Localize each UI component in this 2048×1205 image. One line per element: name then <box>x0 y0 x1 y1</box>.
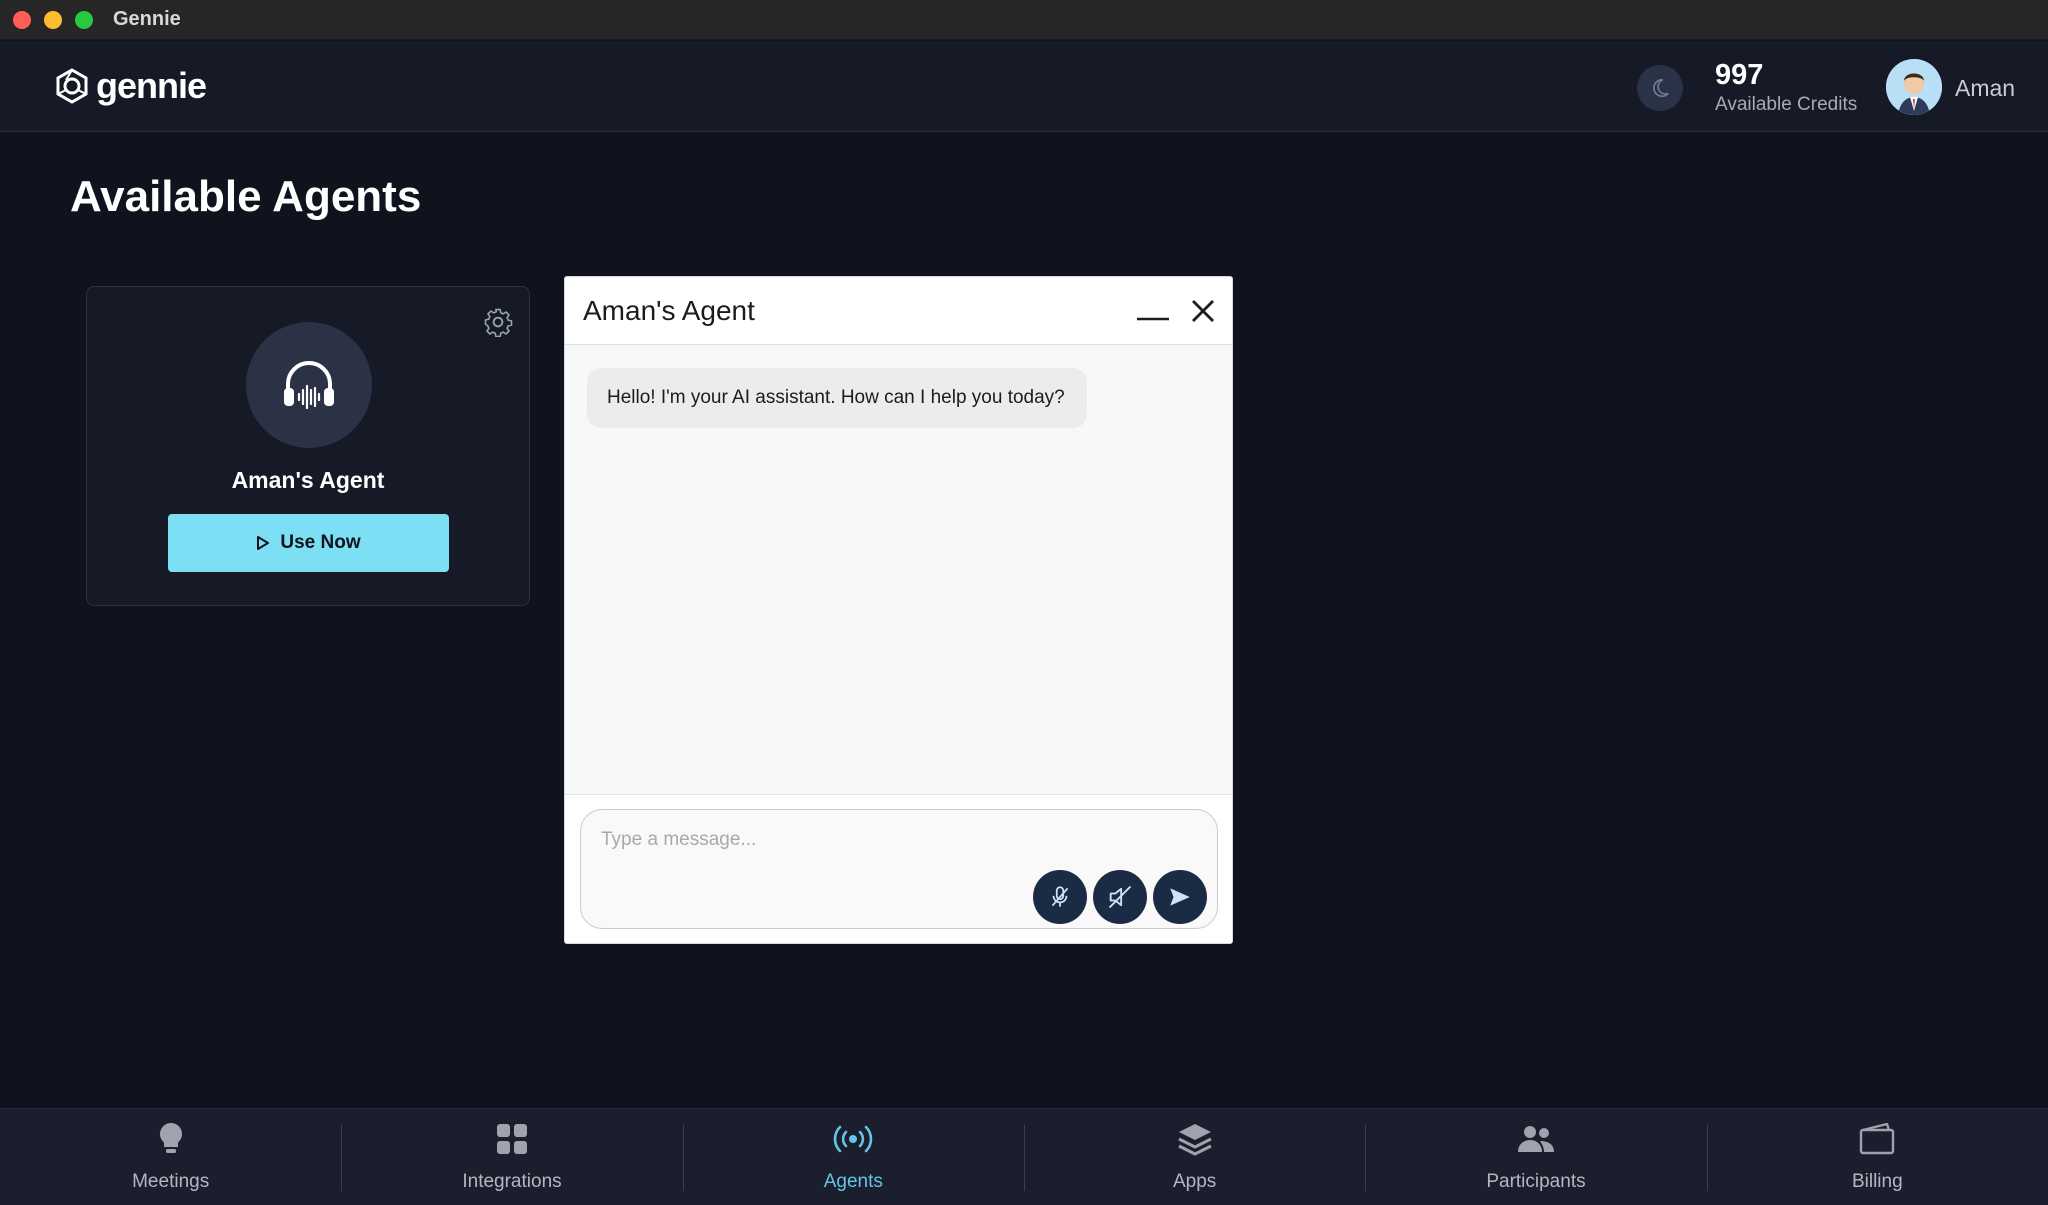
nav-item-meetings[interactable]: Meetings <box>0 1109 341 1205</box>
nav-label-integrations: Integrations <box>462 1171 562 1192</box>
mute-mic-button[interactable] <box>1033 870 1087 924</box>
nav-label-meetings: Meetings <box>132 1171 210 1192</box>
mic-off-icon <box>1051 886 1069 907</box>
agent-avatar <box>246 322 372 448</box>
app-logo[interactable]: gennie <box>54 65 207 107</box>
send-icon <box>1170 888 1190 906</box>
window-controls <box>13 10 93 29</box>
nav-item-agents[interactable]: Agents <box>682 1109 1024 1205</box>
credits-value: 997 <box>1715 59 1764 91</box>
chat-title: Aman's Agent <box>583 295 755 326</box>
mute-speaker-button[interactable] <box>1093 870 1147 924</box>
nav-label-agents: Agents <box>823 1171 883 1192</box>
window-titlebar: Gennie <box>0 0 2048 40</box>
minimize-icon <box>1137 317 1169 321</box>
avatar-image <box>1886 59 1942 115</box>
people-icon <box>1516 1119 1556 1159</box>
bottom-nav: Meetings Integrations Agents Apps Partic… <box>0 1108 2048 1205</box>
user-name[interactable]: Aman <box>1955 75 2015 102</box>
layers-icon <box>1175 1119 1215 1159</box>
speaker-off-icon <box>1108 885 1132 909</box>
agent-card: Aman's Agent Use Now <box>86 286 530 606</box>
credits-display: 997 Available Credits <box>1715 59 1857 116</box>
credits-label: Available Credits <box>1715 94 1858 115</box>
use-now-button[interactable]: Use Now <box>168 514 449 572</box>
chat-header: Aman's Agent <box>565 277 1232 345</box>
nav-item-participants[interactable]: Participants <box>1365 1109 1706 1205</box>
nav-label-participants: Participants <box>1486 1171 1586 1192</box>
window-title: Gennie <box>113 8 181 30</box>
assistant-message: Hello! I'm your AI assistant. How can I … <box>587 368 1087 428</box>
theme-toggle-button[interactable] <box>1637 65 1683 111</box>
nav-item-billing[interactable]: Billing <box>1706 1109 2048 1205</box>
chat-close-button[interactable] <box>1185 293 1221 329</box>
send-button[interactable] <box>1153 870 1207 924</box>
wallet-icon <box>1857 1119 1897 1159</box>
user-avatar[interactable] <box>1886 59 1942 115</box>
nav-label-apps: Apps <box>1172 1171 1217 1192</box>
chat-messages: Hello! I'm your AI assistant. How can I … <box>565 346 1232 794</box>
agent-name: Aman's Agent <box>231 467 385 493</box>
close-icon <box>1192 300 1214 322</box>
gear-icon <box>484 308 513 338</box>
broadcast-icon <box>833 1119 873 1159</box>
play-icon <box>257 536 270 550</box>
message-input-box[interactable] <box>580 809 1218 929</box>
window-zoom-button[interactable] <box>75 10 93 29</box>
agent-settings-button[interactable] <box>483 307 513 338</box>
lightbulb-icon <box>151 1119 191 1159</box>
window-minimize-button[interactable] <box>44 10 62 29</box>
nav-label-billing: Billing <box>1851 1171 1903 1192</box>
grid-icon <box>492 1119 532 1159</box>
nav-item-integrations[interactable]: Integrations <box>341 1109 682 1205</box>
headphones-icon <box>284 361 334 410</box>
nav-item-apps[interactable]: Apps <box>1023 1109 1365 1205</box>
use-now-label: Use Now <box>280 532 361 553</box>
message-input[interactable] <box>601 824 1161 856</box>
logo-text: gennie <box>96 65 207 106</box>
window-close-button[interactable] <box>13 10 31 29</box>
moon-icon <box>1653 78 1669 98</box>
app-header: gennie 997 Available Credits Aman <box>0 41 2048 132</box>
chat-dialog: Aman's Agent Hello! I'm your AI assistan… <box>564 276 1233 944</box>
chat-minimize-button[interactable] <box>1135 293 1171 329</box>
page-title: Available Agents <box>70 172 422 221</box>
gennie-logo-icon <box>56 68 88 104</box>
chat-footer <box>565 794 1232 943</box>
